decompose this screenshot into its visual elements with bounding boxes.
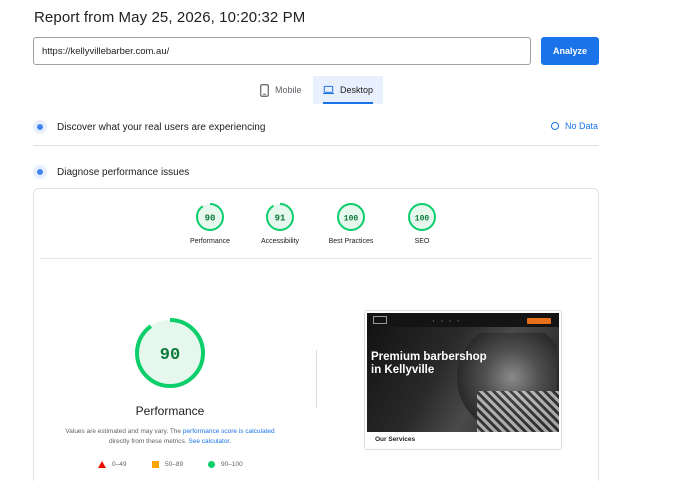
real-users-section[interactable]: Discover what your real users are experi… bbox=[33, 120, 265, 134]
section-divider bbox=[33, 145, 599, 146]
score-label: Performance bbox=[189, 238, 231, 245]
score-label: Accessibility bbox=[260, 238, 300, 245]
performance-gauge: 90 bbox=[196, 203, 224, 231]
screenshot-services-text: Our Services bbox=[375, 436, 416, 443]
best-practices-gauge: 100 bbox=[337, 203, 365, 231]
site-nav-icon: ▪ ▪ ▪ ▪ bbox=[433, 319, 462, 323]
performance-main-gauge: 90 bbox=[135, 318, 205, 388]
seo-gauge: 100 bbox=[408, 203, 436, 231]
striped-shirt-icon bbox=[477, 391, 559, 432]
score-label: SEO bbox=[414, 238, 430, 245]
laptop-icon bbox=[323, 85, 334, 95]
legend-range: 0–49 bbox=[112, 461, 127, 468]
note-text: directly from these metrics. bbox=[108, 438, 189, 445]
legend-pass: 90–100 bbox=[208, 461, 243, 468]
no-data-label: No Data bbox=[565, 121, 599, 131]
legend-fail: 0–49 bbox=[98, 461, 126, 468]
diagnose-icon bbox=[33, 165, 47, 179]
performance-main-label: Performance bbox=[135, 404, 205, 418]
tab-desktop-label: Desktop bbox=[339, 85, 373, 95]
no-data-status: No Data bbox=[551, 121, 598, 131]
performance-main-value: 90 bbox=[160, 346, 180, 365]
score-note: Values are estimated and may vary. The p… bbox=[55, 427, 285, 447]
diagnose-section: Diagnose performance issues bbox=[33, 165, 189, 179]
screenshot-hero-text: Premium barbershop in Kellyville bbox=[371, 351, 487, 376]
url-input[interactable]: https://kellyvillebarber.com.au/ bbox=[33, 37, 531, 65]
legend-range: 50–89 bbox=[165, 461, 184, 468]
accessibility-gauge: 91 bbox=[266, 203, 294, 231]
clock-icon bbox=[551, 122, 559, 130]
site-logo-icon bbox=[373, 316, 387, 324]
phone-icon bbox=[260, 83, 269, 97]
url-input-value: https://kellyvillebarber.com.au/ bbox=[42, 45, 170, 57]
pass-circle-icon bbox=[208, 461, 215, 468]
legend-average: 50–89 bbox=[152, 461, 183, 468]
report-title: Report from May 25, 2026, 10:20:32 PM bbox=[34, 9, 306, 26]
score-value: 91 bbox=[275, 214, 286, 224]
fail-triangle-icon bbox=[98, 461, 106, 468]
real-users-label: Discover what your real users are experi… bbox=[57, 121, 266, 133]
tab-mobile[interactable]: Mobile bbox=[250, 76, 312, 104]
score-value: 100 bbox=[415, 215, 430, 224]
score-value: 90 bbox=[205, 214, 216, 224]
score-seo[interactable]: 100 SEO bbox=[377, 202, 467, 245]
score-calculated-link[interactable]: performance score is calculated bbox=[183, 428, 275, 435]
site-cta-icon bbox=[527, 318, 551, 324]
see-calculator-link[interactable]: See calculator. bbox=[188, 438, 231, 445]
card-divider bbox=[40, 258, 592, 259]
diagnose-label: Diagnose performance issues bbox=[57, 166, 190, 178]
analyze-button[interactable]: Analyze bbox=[541, 37, 599, 65]
average-square-icon bbox=[152, 461, 159, 468]
score-label: Best Practices bbox=[328, 238, 374, 245]
note-text: Values are estimated and may vary. The bbox=[65, 428, 183, 435]
legend-range: 90–100 bbox=[221, 461, 243, 468]
page-screenshot: ▪ ▪ ▪ ▪ Premium barbershop in Kellyville… bbox=[364, 310, 562, 450]
vertical-separator bbox=[316, 350, 317, 408]
score-value: 100 bbox=[344, 215, 359, 224]
users-icon bbox=[33, 120, 47, 134]
tab-mobile-label: Mobile bbox=[275, 85, 302, 95]
tab-desktop[interactable]: Desktop bbox=[313, 76, 383, 104]
